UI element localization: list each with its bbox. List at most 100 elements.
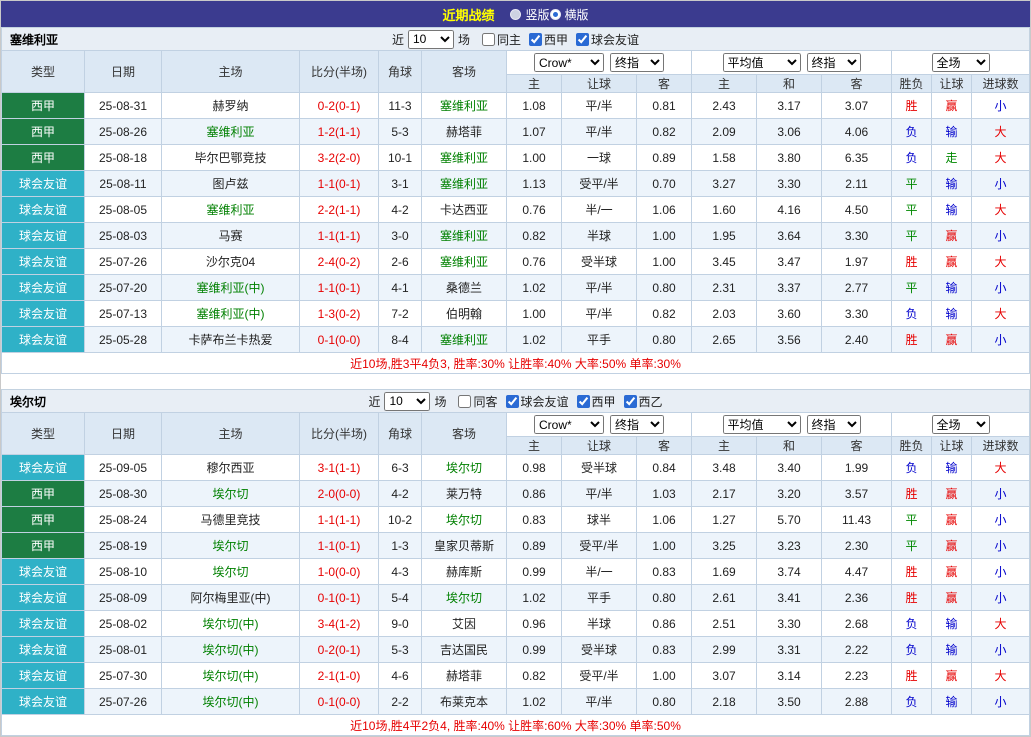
section-header: 埃尔切 近 10 场 同客球会友谊西甲西乙 <box>1 389 1030 412</box>
handicap-cell: 受平/半 <box>562 171 637 197</box>
match-count-select[interactable]: 10 <box>384 392 430 411</box>
avg-time-select[interactable]: 终指 <box>807 53 861 72</box>
home-team-cell[interactable]: 埃尔切 <box>162 481 300 507</box>
away-team-cell[interactable]: 吉达国民 <box>422 637 507 663</box>
corners-cell: 4-6 <box>379 663 422 689</box>
filter-checkbox-input[interactable] <box>482 33 495 46</box>
away-team-cell[interactable]: 塞维利亚 <box>422 223 507 249</box>
match-count-select[interactable]: 10 <box>408 30 454 49</box>
filter-checkbox[interactable]: 同主 <box>482 31 521 48</box>
result-cell: 胜 <box>892 249 932 275</box>
home-team-cell[interactable]: 阿尔梅里亚(中) <box>162 585 300 611</box>
home-team-cell[interactable]: 沙尔克04 <box>162 249 300 275</box>
away-team-cell[interactable]: 赫库斯 <box>422 559 507 585</box>
home-team-cell[interactable]: 赫罗纳 <box>162 93 300 119</box>
odds-time-select[interactable]: 终指 <box>610 53 664 72</box>
away-team-cell[interactable]: 赫塔菲 <box>422 119 507 145</box>
col-header-home: 主场 <box>162 51 300 93</box>
home-team-cell[interactable]: 马赛 <box>162 223 300 249</box>
score-cell: 2-1(1-0) <box>300 663 379 689</box>
away-team-cell[interactable]: 塞维利亚 <box>422 93 507 119</box>
avg-home-cell: 3.27 <box>692 171 757 197</box>
filter-checkbox-input[interactable] <box>529 33 542 46</box>
odds-source-select[interactable]: Crow* <box>534 53 604 72</box>
home-team-cell[interactable]: 埃尔切 <box>162 559 300 585</box>
avg-time-select[interactable]: 终指 <box>807 415 861 434</box>
scope-select-group: 全场 <box>892 413 1030 437</box>
avg-home-cell: 2.61 <box>692 585 757 611</box>
away-team-cell[interactable]: 布莱克本 <box>422 689 507 715</box>
filter-checkbox[interactable]: 同客 <box>458 393 497 410</box>
odds-source-select[interactable]: Crow* <box>534 415 604 434</box>
match-row: 西甲 25-08-24 马德里竞技 1-1(1-1) 10-2 埃尔切 0.83… <box>2 507 1030 533</box>
away-team-cell[interactable]: 塞维利亚 <box>422 171 507 197</box>
odds-away-cell: 1.06 <box>637 507 692 533</box>
away-team-cell[interactable]: 艾因 <box>422 611 507 637</box>
view-option[interactable]: 竖版 <box>510 6 549 23</box>
home-team-cell[interactable]: 卡萨布兰卡热爱 <box>162 327 300 353</box>
home-team-cell[interactable]: 塞维利亚 <box>162 197 300 223</box>
avg-away-cell: 4.50 <box>822 197 892 223</box>
away-team-cell[interactable]: 塞维利亚 <box>422 249 507 275</box>
home-team-cell[interactable]: 埃尔切 <box>162 533 300 559</box>
away-team-cell[interactable]: 塞维利亚 <box>422 145 507 171</box>
view-option[interactable]: 横版 <box>550 5 589 24</box>
filter-checkbox-input[interactable] <box>506 395 519 408</box>
competition-cell: 球会友谊 <box>2 327 85 353</box>
home-team-cell[interactable]: 毕尔巴鄂竞技 <box>162 145 300 171</box>
filter-checkbox[interactable]: 球会友谊 <box>506 393 569 410</box>
away-team-cell[interactable]: 卡达西亚 <box>422 197 507 223</box>
corners-cell: 5-3 <box>379 637 422 663</box>
home-team-cell[interactable]: 埃尔切(中) <box>162 637 300 663</box>
date-cell: 25-07-13 <box>85 301 162 327</box>
summary-row: 近10场,胜3平4负3, 胜率:30% 让胜率:40% 大率:50% 单率:30… <box>2 353 1030 374</box>
away-team-cell[interactable]: 塞维利亚 <box>422 327 507 353</box>
odds-home-cell: 1.02 <box>507 275 562 301</box>
away-team-cell[interactable]: 伯明翰 <box>422 301 507 327</box>
corners-cell: 10-2 <box>379 507 422 533</box>
away-team-cell[interactable]: 埃尔切 <box>422 507 507 533</box>
home-team-cell[interactable]: 塞维利亚(中) <box>162 275 300 301</box>
filter-checkbox[interactable]: 球会友谊 <box>576 31 639 48</box>
col-header-avg-home: 主 <box>692 437 757 455</box>
filter-checkbox-input[interactable] <box>576 33 589 46</box>
filter-checkbox-input[interactable] <box>577 395 590 408</box>
home-team-cell[interactable]: 穆尔西亚 <box>162 455 300 481</box>
scope-select[interactable]: 全场 <box>932 53 990 72</box>
avg-source-select[interactable]: 平均值 <box>723 53 801 72</box>
home-team-cell[interactable]: 图卢兹 <box>162 171 300 197</box>
odds-time-select[interactable]: 终指 <box>610 415 664 434</box>
match-row: 球会友谊 25-09-05 穆尔西亚 3-1(1-1) 6-3 埃尔切 0.98… <box>2 455 1030 481</box>
away-team-cell[interactable]: 赫塔菲 <box>422 663 507 689</box>
score-cell: 0-2(0-1) <box>300 93 379 119</box>
scope-select[interactable]: 全场 <box>932 415 990 434</box>
filter-checkbox[interactable]: 西甲 <box>577 393 616 410</box>
corners-cell: 5-4 <box>379 585 422 611</box>
competition-cell: 球会友谊 <box>2 197 85 223</box>
away-team-cell[interactable]: 桑德兰 <box>422 275 507 301</box>
home-team-cell[interactable]: 埃尔切(中) <box>162 663 300 689</box>
competition-cell: 西甲 <box>2 507 85 533</box>
away-team-cell[interactable]: 埃尔切 <box>422 455 507 481</box>
handicap-cell: 半/一 <box>562 559 637 585</box>
home-team-cell[interactable]: 塞维利亚 <box>162 119 300 145</box>
home-team-cell[interactable]: 马德里竞技 <box>162 507 300 533</box>
filter-checkbox[interactable]: 西乙 <box>624 393 663 410</box>
home-team-cell[interactable]: 塞维利亚(中) <box>162 301 300 327</box>
away-team-cell[interactable]: 莱万特 <box>422 481 507 507</box>
handicap-result-cell: 输 <box>932 637 972 663</box>
handicap-cell: 平手 <box>562 327 637 353</box>
date-cell: 25-05-28 <box>85 327 162 353</box>
filter-checkbox[interactable]: 西甲 <box>529 31 568 48</box>
odds-away-cell: 0.70 <box>637 171 692 197</box>
goals-cell: 大 <box>972 455 1030 481</box>
team-name: 埃尔切 <box>10 393 46 410</box>
home-team-cell[interactable]: 埃尔切(中) <box>162 689 300 715</box>
home-team-cell[interactable]: 埃尔切(中) <box>162 611 300 637</box>
away-team-cell[interactable]: 埃尔切 <box>422 585 507 611</box>
avg-source-select[interactable]: 平均值 <box>723 415 801 434</box>
away-team-cell[interactable]: 皇家贝蒂斯 <box>422 533 507 559</box>
avg-home-cell: 1.69 <box>692 559 757 585</box>
filter-checkbox-input[interactable] <box>624 395 637 408</box>
filter-checkbox-input[interactable] <box>458 395 471 408</box>
